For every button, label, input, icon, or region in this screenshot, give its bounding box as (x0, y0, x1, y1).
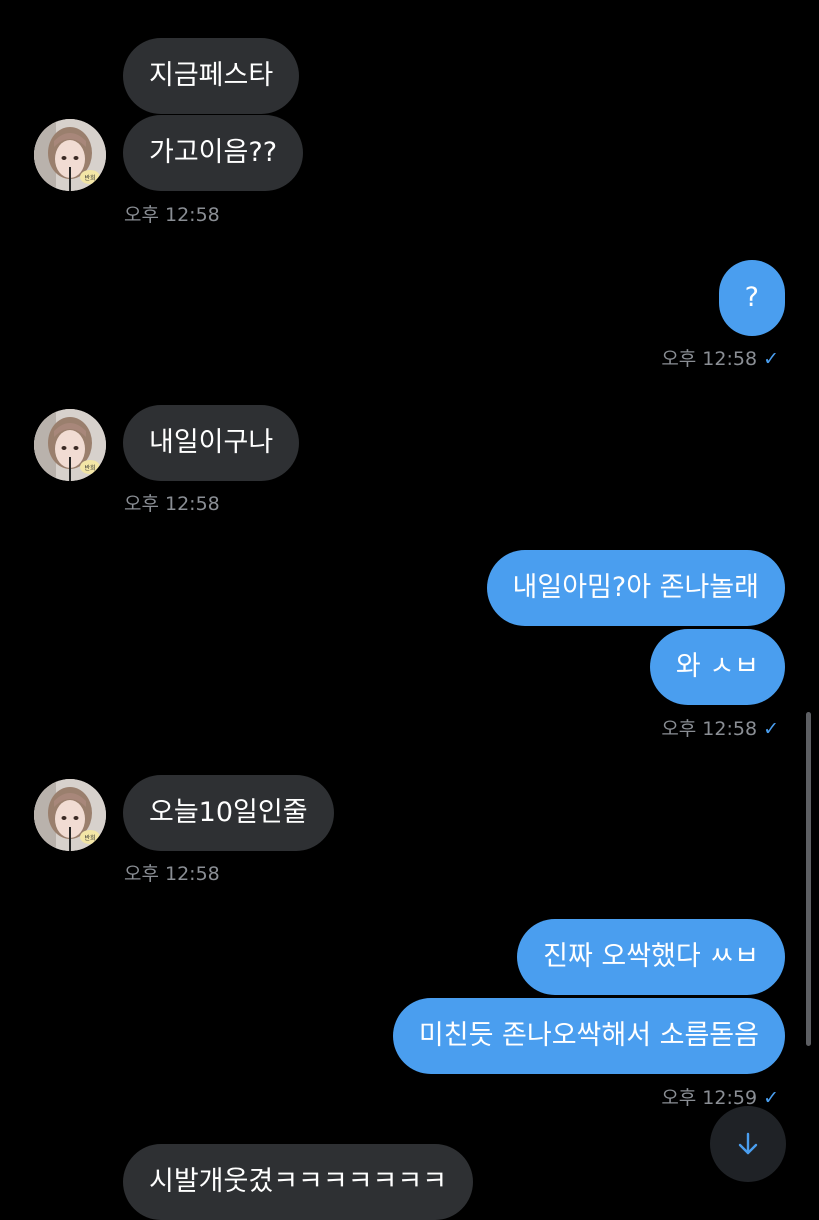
outgoing-message-bubble[interactable]: 미친듯 존나오싹해서 소름돋음 (392, 998, 785, 1074)
avatar-badge-text: 반희 (84, 834, 95, 842)
timestamp-row: 오후 12:59 ✓ (661, 1083, 779, 1110)
outgoing-message-bubble[interactable]: 와 ㅅㅂ (649, 629, 785, 705)
timestamp: 오후 12:58 (124, 204, 220, 226)
contact-avatar[interactable]: 반희 (34, 779, 106, 851)
timestamp: 오후 12:58 (661, 718, 758, 740)
avatar-image: 반희 (34, 409, 106, 481)
incoming-message-bubble[interactable]: 내일이구나 (123, 405, 300, 481)
incoming-message-bubble[interactable]: 시발개웃겼ㅋㅋㅋㅋㅋㅋㅋ (123, 1144, 474, 1220)
outgoing-message-bubble[interactable]: 진짜 오싹했다 ㅆㅂ (517, 919, 785, 995)
avatar-badge-text: 반희 (84, 464, 95, 472)
contact-avatar[interactable]: 반희 (34, 409, 106, 481)
scroll-to-bottom-button[interactable] (710, 1106, 786, 1182)
scrollbar-thumb[interactable] (806, 712, 811, 1046)
timestamp: 오후 12:58 (124, 493, 220, 515)
incoming-message-bubble[interactable]: 지금페스타 (123, 38, 300, 114)
contact-avatar[interactable]: 반희 (34, 119, 106, 191)
arrow-down-icon (738, 1132, 758, 1155)
timestamp-row: 오후 12:58 ✓ (661, 344, 779, 371)
avatar-image: 반희 (34, 119, 106, 191)
check-icon: ✓ (763, 718, 779, 740)
outgoing-message-bubble[interactable]: ? (718, 260, 785, 336)
avatar-badge-text: 반희 (84, 174, 95, 182)
avatar-image: 반희 (34, 779, 106, 851)
outgoing-message-bubble[interactable]: 내일아밈?아 존나놀래 (486, 550, 785, 626)
timestamp: 오후 12:58 (124, 863, 220, 885)
check-icon: ✓ (763, 348, 779, 370)
incoming-message-bubble[interactable]: 가고이음?? (123, 115, 304, 191)
incoming-message-bubble[interactable]: 오늘10일인줄 (123, 775, 334, 851)
check-icon: ✓ (763, 1087, 779, 1109)
timestamp: 오후 12:58 (661, 348, 758, 370)
timestamp-row: 오후 12:58 ✓ (661, 714, 779, 741)
